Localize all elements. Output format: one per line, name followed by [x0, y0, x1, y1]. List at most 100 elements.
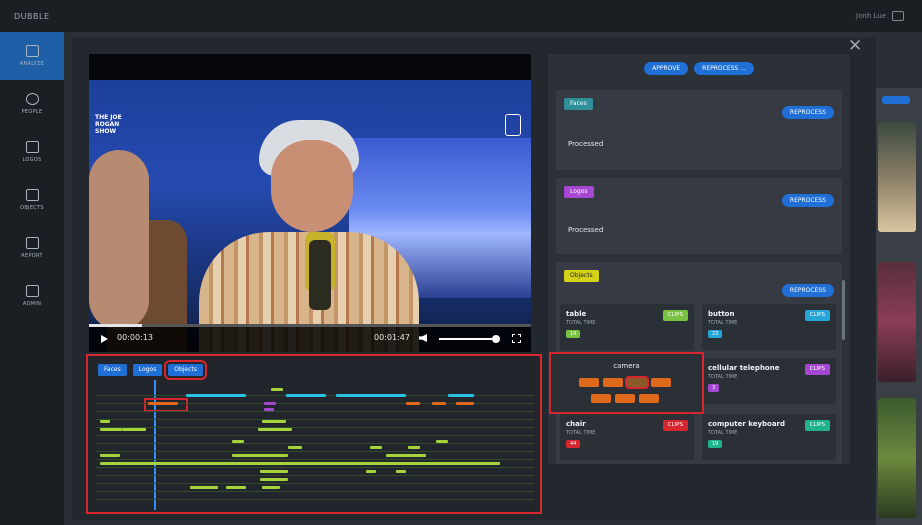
- camera-clip[interactable]: [651, 378, 671, 387]
- camera-clip[interactable]: [603, 378, 623, 387]
- camera-tooltip[interactable]: camera: [549, 352, 704, 414]
- tab-faces[interactable]: Faces: [98, 364, 127, 376]
- volume-icon[interactable]: [419, 334, 427, 342]
- clips-button[interactable]: CLIPS: [804, 310, 830, 321]
- object-item-cellular-telephone[interactable]: cellular telephone TOTAL TIME 3 CLIPS: [702, 358, 836, 404]
- timeline-segment[interactable]: [190, 486, 218, 489]
- approve-button[interactable]: APPROVE: [644, 62, 689, 75]
- volume-slider[interactable]: [439, 338, 497, 340]
- timeline-segment[interactable]: [288, 446, 302, 449]
- timeline-segment[interactable]: [258, 428, 292, 431]
- timeline-track: [96, 459, 534, 460]
- timeline-track: [96, 451, 534, 452]
- sidebar-item-logos[interactable]: LOGOS: [0, 128, 64, 176]
- object-meta: TOTAL TIME: [708, 430, 738, 436]
- sidebar-item-report[interactable]: REPORT: [0, 224, 64, 272]
- object-name: table: [566, 310, 587, 318]
- timeline-segment[interactable]: [286, 394, 326, 397]
- camera-clip[interactable]: [615, 394, 635, 403]
- timeline-segment[interactable]: [100, 428, 122, 431]
- timeline-segment[interactable]: [456, 402, 474, 405]
- panel-actions: APPROVE REPROCESS ...: [548, 54, 850, 82]
- clips-button[interactable]: CLIPS: [804, 420, 830, 431]
- top-bar: DUBBLE Jonh Lue: [0, 0, 922, 32]
- timeline-segment[interactable]: [336, 394, 406, 397]
- timeline-segment[interactable]: [264, 402, 276, 405]
- clips-button[interactable]: CLIPS: [804, 364, 830, 375]
- highlight-box: [144, 398, 188, 412]
- reprocess-logos-button[interactable]: REPROCESS: [781, 194, 834, 207]
- sidebar-item-label: ANALYZE: [19, 61, 45, 67]
- clips-button[interactable]: CLIPS: [662, 420, 688, 431]
- timeline-track: [96, 483, 534, 484]
- reprocess-objects-button[interactable]: REPROCESS: [781, 284, 834, 297]
- object-item-chair[interactable]: chair TOTAL TIME 44 CLIPS: [560, 414, 694, 460]
- timeline-segment[interactable]: [366, 470, 376, 473]
- timeline-segment[interactable]: [448, 394, 474, 397]
- object-meta: TOTAL TIME: [708, 374, 738, 380]
- video-progress-bar[interactable]: [89, 324, 531, 327]
- timeline-segment[interactable]: [260, 470, 288, 473]
- panel-scrollbar[interactable]: [842, 280, 845, 340]
- sidebar: ANALYZE PEOPLE LOGOS OBJECTS REPORT ADMI…: [0, 32, 64, 525]
- video-player[interactable]: THE JOE ROGAN SHOW 00:00:13 00:01:47: [89, 54, 531, 352]
- timeline-tracks[interactable]: [96, 380, 534, 510]
- play-icon[interactable]: [101, 335, 108, 343]
- timeline-segment[interactable]: [406, 402, 420, 405]
- timeline-segment[interactable]: [432, 402, 446, 405]
- timeline-track: [96, 411, 534, 412]
- timeline-segment[interactable]: [408, 446, 420, 449]
- timeline-segment[interactable]: [271, 388, 283, 391]
- timeline-segment[interactable]: [262, 486, 280, 489]
- faces-card: Faces REPROCESS Processed: [556, 90, 842, 170]
- timeline-track: [96, 419, 534, 420]
- sidebar-item-objects[interactable]: OBJECTS: [0, 176, 64, 224]
- clips-button[interactable]: CLIPS: [662, 310, 688, 321]
- timeline-segment[interactable]: [186, 394, 246, 397]
- timeline-segment[interactable]: [386, 454, 426, 457]
- sidebar-item-label: PEOPLE: [21, 109, 43, 115]
- camera-clip-selected[interactable]: [625, 376, 649, 389]
- volume-knob[interactable]: [492, 335, 500, 343]
- camera-clip[interactable]: [639, 394, 659, 403]
- timeline-segment[interactable]: [436, 440, 448, 443]
- tab-logos[interactable]: Logos: [132, 364, 163, 376]
- reprocess-faces-button[interactable]: REPROCESS: [781, 106, 834, 119]
- video-progress-fill: [89, 324, 143, 327]
- timeline-segment[interactable]: [232, 440, 244, 443]
- timeline-segment[interactable]: [260, 478, 288, 481]
- sidebar-item-admin[interactable]: ADMIN: [0, 272, 64, 320]
- object-item-button[interactable]: button TOTAL TIME 23 CLIPS: [702, 304, 836, 350]
- brand-logo: DUBBLE: [14, 11, 50, 21]
- object-item-computer-keyboard[interactable]: computer keyboard TOTAL TIME 19 CLIPS: [702, 414, 836, 460]
- timeline-segment[interactable]: [262, 420, 286, 423]
- sidebar-item-people[interactable]: PEOPLE: [0, 80, 64, 128]
- timeline-segment[interactable]: [100, 420, 110, 423]
- faces-tag: Faces: [564, 98, 593, 110]
- user-name: Jonh Lue: [856, 12, 886, 20]
- tab-objects[interactable]: Objects: [164, 360, 207, 380]
- fullscreen-icon[interactable]: [512, 334, 521, 343]
- sidebar-item-analyze[interactable]: ANALYZE: [0, 32, 64, 80]
- camera-clip[interactable]: [579, 378, 599, 387]
- timeline-segment[interactable]: [264, 408, 274, 411]
- camera-title: camera: [613, 362, 640, 370]
- timeline-segment[interactable]: [100, 462, 500, 465]
- timeline-segment[interactable]: [148, 402, 178, 405]
- show-logo: THE JOE ROGAN SHOW: [95, 114, 122, 135]
- object-item-table[interactable]: table TOTAL TIME 14 CLIPS: [560, 304, 694, 350]
- timeline-segment[interactable]: [396, 470, 406, 473]
- sidebar-item-label: OBJECTS: [20, 205, 44, 211]
- timeline-segment[interactable]: [232, 454, 288, 457]
- timeline-segment[interactable]: [370, 446, 382, 449]
- user-menu[interactable]: Jonh Lue: [856, 11, 904, 21]
- camera-clip[interactable]: [591, 394, 611, 403]
- timeline-segment[interactable]: [122, 428, 146, 431]
- background-thumbnail: [878, 398, 916, 518]
- timeline-segment[interactable]: [100, 454, 120, 457]
- timeline-track: [96, 435, 534, 436]
- close-icon[interactable]: ✕: [848, 36, 862, 56]
- logout-icon[interactable]: [892, 11, 904, 21]
- reprocess-all-button[interactable]: REPROCESS ...: [694, 62, 754, 75]
- timeline-segment[interactable]: [226, 486, 246, 489]
